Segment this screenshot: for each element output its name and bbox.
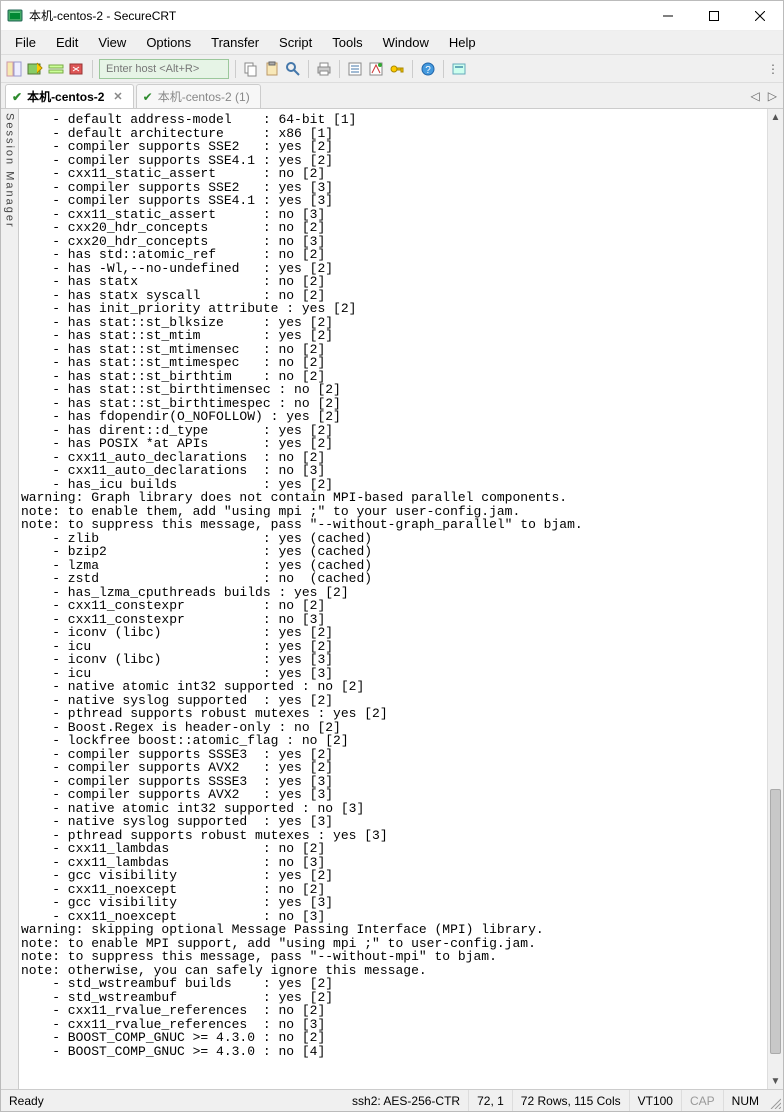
- host-placeholder: Enter host <Alt+R>: [106, 63, 199, 75]
- session-manager-icon[interactable]: [5, 60, 23, 78]
- disconnect-icon[interactable]: [68, 60, 86, 78]
- toolbar-separator: [412, 60, 413, 78]
- help-icon[interactable]: ?: [419, 60, 437, 78]
- status-ready: Ready: [1, 1090, 52, 1111]
- resize-grip-icon[interactable]: [767, 1090, 783, 1111]
- scroll-track[interactable]: [768, 125, 783, 1073]
- menu-options[interactable]: Options: [136, 32, 201, 53]
- app-icon: [7, 8, 23, 24]
- menubar: File Edit View Options Transfer Script T…: [1, 31, 783, 55]
- menu-transfer[interactable]: Transfer: [201, 32, 269, 53]
- svg-text:?: ?: [425, 65, 431, 76]
- tab-nav: ◁ ▷: [745, 84, 783, 108]
- session-manager-pane[interactable]: Session Manager: [1, 109, 19, 1089]
- tab-next-icon[interactable]: ▷: [768, 89, 777, 103]
- tab-prev-icon[interactable]: ◁: [751, 89, 760, 103]
- minimize-button[interactable]: [645, 1, 691, 31]
- status-cursor: 72, 1: [469, 1090, 513, 1111]
- close-button[interactable]: [737, 1, 783, 31]
- tab-close-icon[interactable]: ✕: [113, 90, 122, 103]
- toolbar-separator: [235, 60, 236, 78]
- toolbar-separator: [92, 60, 93, 78]
- app-window: 本机-centos-2 - SecureCRT File Edit View O…: [0, 0, 784, 1112]
- scrollbar-vertical[interactable]: ▲ ▼: [767, 109, 783, 1089]
- key-icon[interactable]: [388, 60, 406, 78]
- tab-session-2[interactable]: ✔ 本机-centos-2 (1): [136, 84, 261, 108]
- tab-session-1[interactable]: ✔ 本机-centos-2 ✕: [5, 84, 134, 108]
- tab-label: 本机-centos-2: [27, 88, 104, 105]
- properties-icon[interactable]: [346, 60, 364, 78]
- scroll-up-icon[interactable]: ▲: [768, 109, 783, 125]
- window-title: 本机-centos-2 - SecureCRT: [29, 7, 645, 24]
- check-icon: ✔: [12, 90, 22, 104]
- activator-icon[interactable]: [450, 60, 468, 78]
- terminal-wrap: - default address-model : 64-bit [1] - d…: [19, 109, 783, 1089]
- find-icon[interactable]: [284, 60, 302, 78]
- session-manager-label: Session Manager: [4, 113, 16, 229]
- menu-script[interactable]: Script: [269, 32, 322, 53]
- toolbar-overflow-icon[interactable]: ⋮: [767, 60, 779, 78]
- toolbar-separator: [308, 60, 309, 78]
- print-icon[interactable]: [315, 60, 333, 78]
- connect-bar-icon[interactable]: [47, 60, 65, 78]
- menu-tools[interactable]: Tools: [322, 32, 372, 53]
- scroll-thumb[interactable]: [770, 789, 781, 1054]
- tab-strip: ✔ 本机-centos-2 ✕ ✔ 本机-centos-2 (1) ◁ ▷: [1, 83, 783, 109]
- menu-edit[interactable]: Edit: [46, 32, 88, 53]
- status-num: NUM: [724, 1090, 767, 1111]
- settings-icon[interactable]: [367, 60, 385, 78]
- status-cap: CAP: [682, 1090, 724, 1111]
- statusbar: Ready ssh2: AES-256-CTR 72, 1 72 Rows, 1…: [1, 1089, 783, 1111]
- body: Session Manager - default address-model …: [1, 109, 783, 1089]
- scroll-down-icon[interactable]: ▼: [768, 1073, 783, 1089]
- paste-icon[interactable]: [263, 60, 281, 78]
- terminal[interactable]: - default address-model : 64-bit [1] - d…: [19, 109, 783, 1089]
- titlebar: 本机-centos-2 - SecureCRT: [1, 1, 783, 31]
- toolbar-separator: [443, 60, 444, 78]
- host-input[interactable]: Enter host <Alt+R>: [99, 59, 229, 79]
- status-protocol: ssh2: AES-256-CTR: [344, 1090, 469, 1111]
- status-term: VT100: [630, 1090, 682, 1111]
- maximize-button[interactable]: [691, 1, 737, 31]
- menu-help[interactable]: Help: [439, 32, 486, 53]
- tab-label: 本机-centos-2 (1): [158, 88, 250, 105]
- copy-icon[interactable]: [242, 60, 260, 78]
- menu-file[interactable]: File: [5, 32, 46, 53]
- menu-view[interactable]: View: [88, 32, 136, 53]
- terminal-output: - default address-model : 64-bit [1] - d…: [19, 109, 783, 1062]
- status-dims: 72 Rows, 115 Cols: [513, 1090, 630, 1111]
- quick-connect-icon[interactable]: [26, 60, 44, 78]
- menu-window[interactable]: Window: [373, 32, 439, 53]
- toolbar: Enter host <Alt+R> ? ⋮: [1, 55, 783, 83]
- toolbar-separator: [339, 60, 340, 78]
- check-icon: ✔: [143, 90, 153, 104]
